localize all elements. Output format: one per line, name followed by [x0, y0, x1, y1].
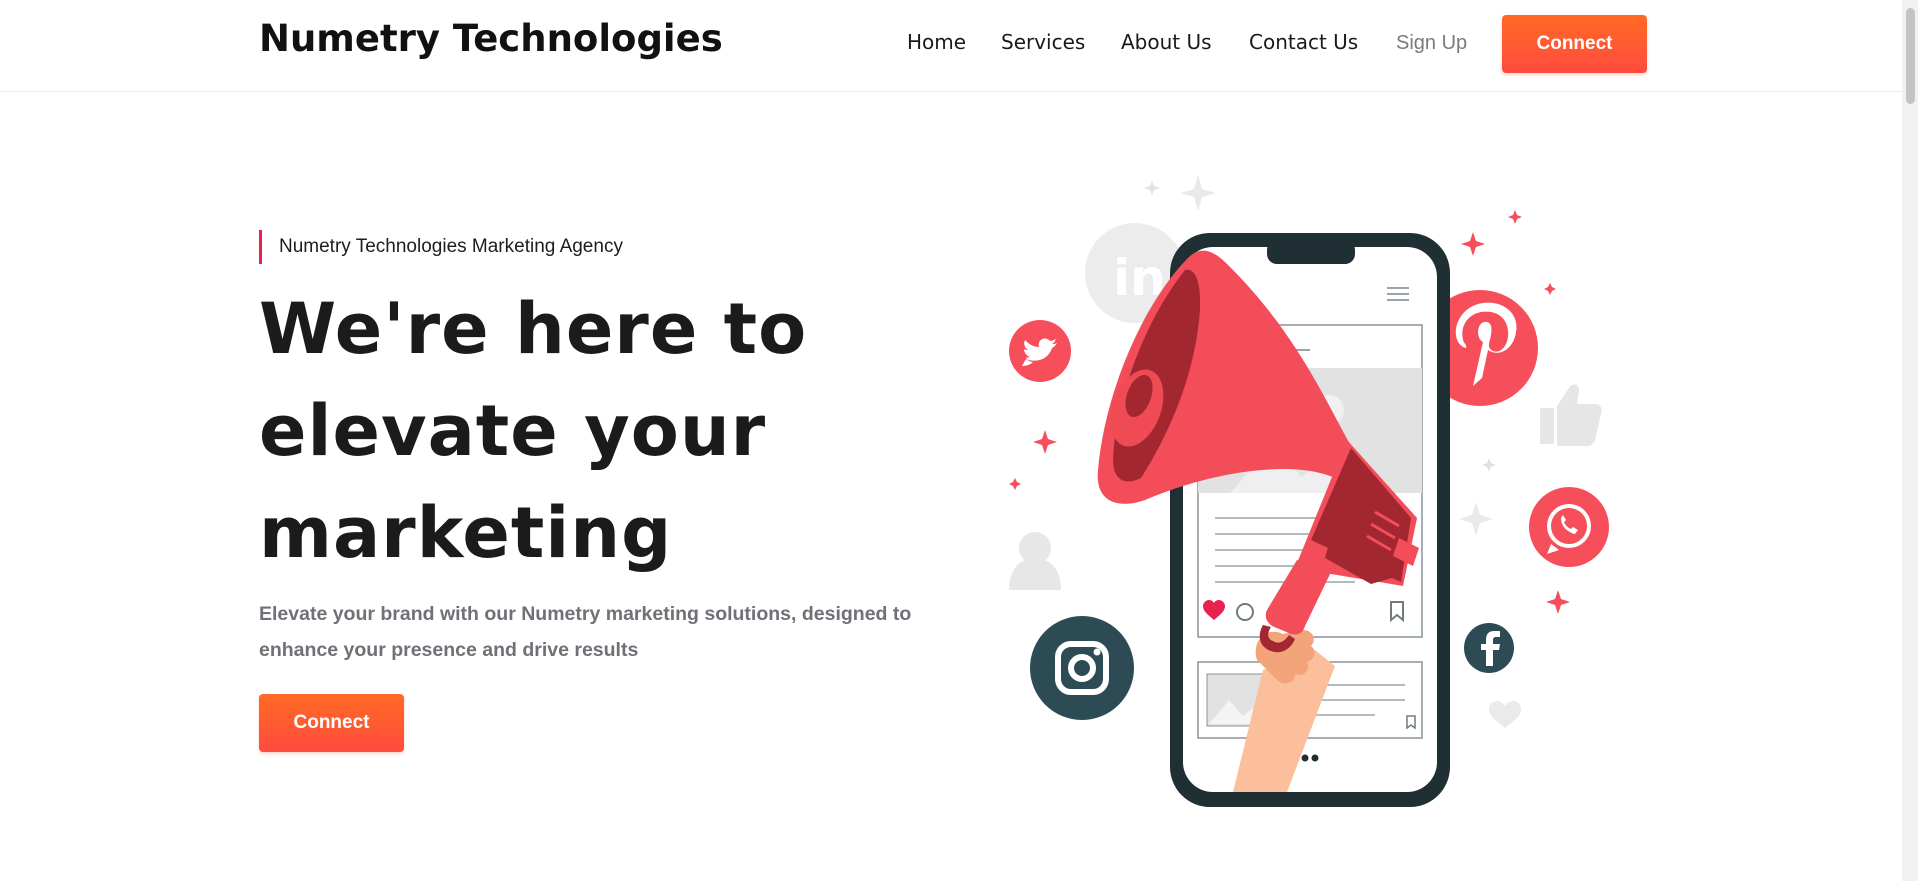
hero-title-line: elevate your [259, 390, 767, 472]
site-header: Numetry Technologies Home Services About… [0, 0, 1918, 92]
nav-about-us[interactable]: About Us [1121, 30, 1212, 54]
heart-icon [1489, 701, 1521, 728]
nav-home[interactable]: Home [907, 30, 966, 54]
thumbs-up-icon [1540, 384, 1602, 446]
page-scrollbar[interactable] [1902, 0, 1918, 881]
header-connect-button[interactable]: Connect [1502, 15, 1647, 73]
brand-logo[interactable]: Numetry Technologies [259, 17, 723, 60]
hero-connect-button[interactable]: Connect [259, 694, 404, 752]
user-icon [1009, 532, 1061, 590]
hero-eyebrow: Numetry Technologies Marketing Agency [259, 230, 623, 264]
scrollbar-thumb[interactable] [1906, 8, 1915, 104]
hero-description: Elevate your brand with our Numetry mark… [259, 603, 912, 661]
hero-title-line: marketing [259, 492, 673, 574]
nav-sign-up[interactable]: Sign Up [1396, 32, 1467, 55]
twitter-icon [1009, 320, 1071, 382]
marketing-illustration: in [1009, 175, 1609, 807]
nav-services[interactable]: Services [1001, 30, 1085, 54]
instagram-icon [1030, 616, 1134, 720]
hero-title: We're here to elevate your marketing [259, 278, 899, 584]
hero-title-line: We're here to [259, 288, 808, 370]
facebook-icon [1464, 623, 1514, 673]
nav-contact-us[interactable]: Contact Us [1249, 30, 1358, 54]
whatsapp-icon [1529, 487, 1609, 567]
